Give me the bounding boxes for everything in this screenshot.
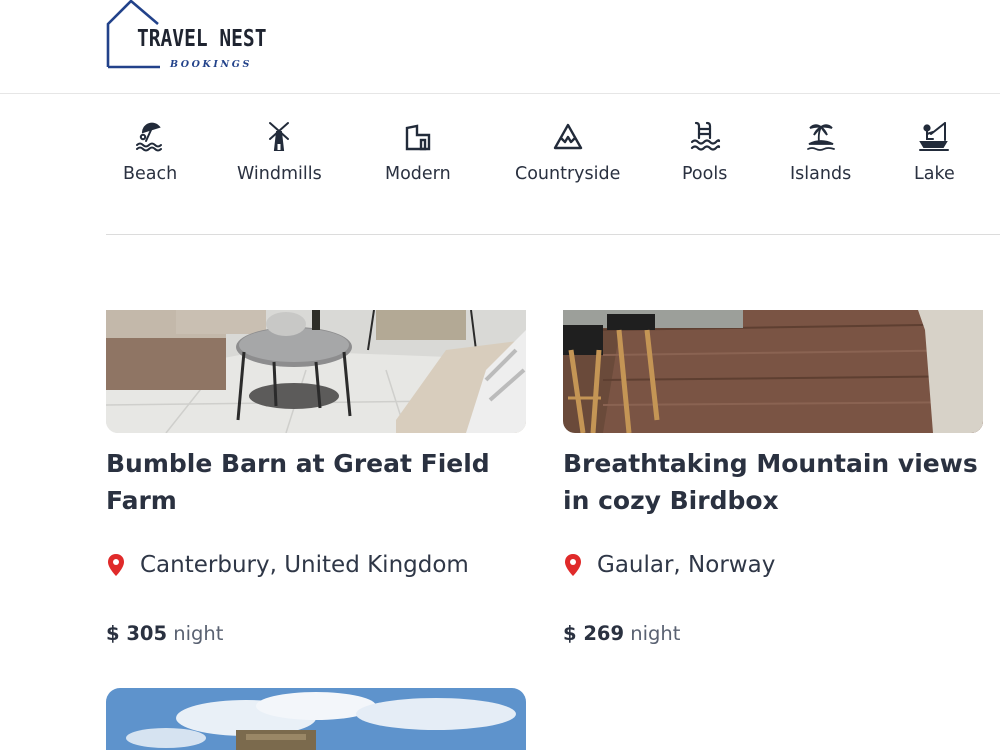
- category-pools[interactable]: Pools: [682, 120, 727, 184]
- site-header: TRAVEL NEST BOOKINGS: [0, 0, 1000, 94]
- category-label: Lake: [914, 164, 955, 184]
- listing-card[interactable]: Breathtaking Mountain views in cozy Bird…: [563, 310, 983, 645]
- brand-title: TRAVEL NEST: [137, 26, 267, 52]
- price-amount: $ 305: [106, 622, 168, 645]
- category-islands[interactable]: Islands: [790, 120, 851, 184]
- price-unit: night: [630, 622, 681, 645]
- island-palm-icon: [806, 124, 835, 151]
- price-amount: $ 269: [563, 622, 625, 645]
- listing-card[interactable]: Bumble Barn at Great Field Farm Canterbu…: [106, 310, 526, 645]
- location-text: Canterbury, United Kingdom: [140, 552, 469, 578]
- listing-location: Canterbury, United Kingdom: [106, 552, 469, 578]
- category-lake[interactable]: Lake: [914, 120, 955, 184]
- category-label: Islands: [790, 164, 852, 184]
- listing-photo[interactable]: [563, 310, 983, 433]
- listing-title[interactable]: Breathtaking Mountain views in cozy Bird…: [563, 445, 983, 519]
- category-label: Pools: [682, 164, 728, 184]
- listing-photo[interactable]: [106, 310, 526, 433]
- category-beach[interactable]: Beach: [123, 120, 177, 184]
- modern-house-icon: [405, 124, 431, 151]
- price-unit: night: [173, 622, 224, 645]
- listing-title[interactable]: Bumble Barn at Great Field Farm: [106, 445, 526, 519]
- beach-umbrella-icon: [136, 122, 163, 152]
- brand-logo[interactable]: TRAVEL NEST BOOKINGS: [106, 0, 286, 72]
- mountain-icon: [553, 123, 582, 150]
- category-bar: Beach Windmills Modern Countryside Pools…: [106, 94, 1000, 235]
- listing-location: Gaular, Norway: [563, 552, 775, 578]
- category-countryside[interactable]: Countryside: [515, 120, 620, 184]
- windmill-icon: [269, 122, 290, 151]
- location-text: Gaular, Norway: [597, 552, 776, 578]
- category-label: Windmills: [237, 164, 322, 184]
- category-windmills[interactable]: Windmills: [237, 120, 322, 184]
- category-label: Countryside: [515, 164, 621, 184]
- category-label: Beach: [123, 164, 178, 184]
- category-modern[interactable]: Modern: [385, 120, 451, 184]
- listing-price: $ 269 night: [563, 622, 680, 645]
- fishing-icon: [919, 122, 950, 151]
- pool-ladder-icon: [690, 121, 720, 151]
- listing-photo[interactable]: [106, 688, 526, 750]
- map-pin-icon: [108, 554, 124, 576]
- brand-subtitle: BOOKINGS: [170, 59, 252, 70]
- listing-price: $ 305 night: [106, 622, 223, 645]
- map-pin-icon: [565, 554, 581, 576]
- category-label: Modern: [385, 164, 451, 184]
